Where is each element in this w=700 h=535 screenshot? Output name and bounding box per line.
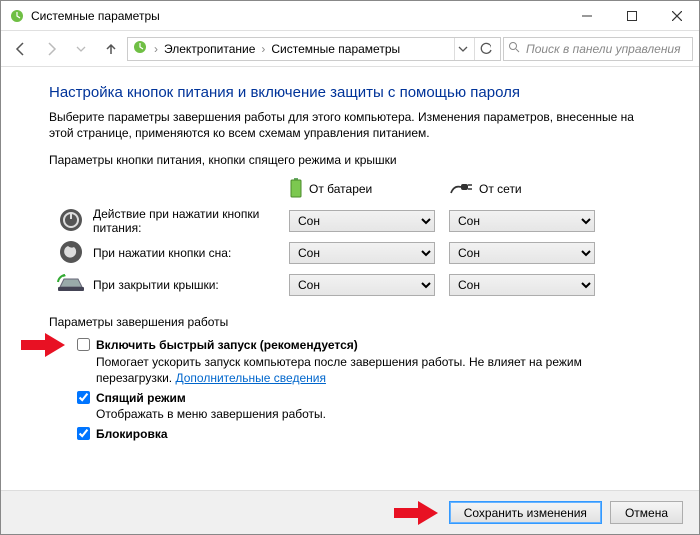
sleep-button-action-row: При нажатии кнопки сна: Сон Сон: [49, 237, 659, 269]
plug-icon: [449, 181, 473, 198]
fast-startup-description: Помогает ускорить запуск компьютера посл…: [96, 355, 582, 385]
content-pane: Настройка кнопок питания и включение защ…: [1, 68, 699, 490]
annotation-arrow-icon: [21, 333, 65, 357]
save-button[interactable]: Сохранить изменения: [449, 501, 602, 524]
app-icon: [9, 8, 25, 24]
maximize-button[interactable]: [609, 1, 654, 31]
sleep-button-action-label: При нажатии кнопки сна:: [93, 246, 289, 260]
breadcrumb-item[interactable]: Системные параметры: [271, 42, 400, 56]
address-dropdown-icon[interactable]: [454, 38, 470, 60]
power-button-action-label: Действие при нажатии кнопки питания:: [93, 207, 289, 236]
power-button-battery-select[interactable]: Сон: [289, 210, 435, 232]
power-button-action-row: Действие при нажатии кнопки питания: Сон…: [49, 205, 659, 237]
lock-label: Блокировка: [96, 427, 168, 441]
breadcrumb-separator: ›: [152, 42, 160, 56]
title-bar: Системные параметры: [1, 1, 699, 31]
power-button-ac-select[interactable]: Сон: [449, 210, 595, 232]
sleep-button-battery-select[interactable]: Сон: [289, 242, 435, 264]
sleep-button-icon: [58, 239, 84, 268]
fast-startup-more-link[interactable]: Дополнительные сведения: [175, 371, 325, 385]
sleep-button-ac-select[interactable]: Сон: [449, 242, 595, 264]
toolbar: › Электропитание › Системные параметры: [1, 31, 699, 67]
battery-icon: [289, 178, 303, 201]
fast-startup-label: Включить быстрый запуск (рекомендуется): [96, 338, 358, 352]
search-input[interactable]: [524, 41, 688, 57]
up-button[interactable]: [97, 36, 125, 62]
sleep-description: Отображать в меню завершения работы.: [96, 407, 326, 421]
recent-locations-button[interactable]: [67, 36, 95, 62]
lock-row: Блокировка: [49, 424, 659, 444]
annotation-arrow-icon: [394, 501, 438, 525]
address-bar[interactable]: › Электропитание › Системные параметры: [127, 37, 501, 61]
refresh-button[interactable]: [474, 38, 496, 60]
breadcrumb-separator: ›: [259, 42, 267, 56]
lid-icon: [56, 273, 86, 298]
power-buttons-section-label: Параметры кнопки питания, кнопки спящего…: [49, 153, 659, 167]
lid-close-action-label: При закрытии крышки:: [93, 278, 289, 292]
forward-button[interactable]: [37, 36, 65, 62]
search-icon: [508, 41, 520, 56]
ac-column-label: От сети: [479, 182, 522, 196]
minimize-button[interactable]: [564, 1, 609, 31]
lid-ac-select[interactable]: Сон: [449, 274, 595, 296]
fast-startup-checkbox[interactable]: [77, 338, 90, 351]
lock-checkbox[interactable]: [77, 427, 90, 440]
page-heading: Настройка кнопок питания и включение защ…: [49, 84, 659, 101]
cancel-button-label: Отмена: [625, 506, 668, 520]
control-panel-icon: [132, 39, 148, 58]
shutdown-section-label: Параметры завершения работы: [49, 315, 659, 329]
battery-column-label: От батареи: [309, 182, 372, 196]
footer: Сохранить изменения Отмена: [1, 490, 699, 534]
fast-startup-row: Включить быстрый запуск (рекомендуется) …: [49, 335, 659, 388]
lid-close-action-row: При закрытии крышки: Сон Сон: [49, 269, 659, 301]
shutdown-settings-section: Параметры завершения работы Включить быс…: [49, 315, 659, 444]
back-button[interactable]: [7, 36, 35, 62]
sleep-checkbox[interactable]: [77, 391, 90, 404]
power-actions-table: От батареи От сети Действие при нажатии …: [49, 173, 659, 301]
sleep-label: Спящий режим: [96, 391, 186, 405]
cancel-button[interactable]: Отмена: [610, 501, 683, 524]
page-description: Выберите параметры завершения работы для…: [49, 109, 659, 141]
breadcrumb-item[interactable]: Электропитание: [164, 42, 255, 56]
save-button-label: Сохранить изменения: [464, 506, 587, 520]
sleep-row: Спящий режим Отображать в меню завершени…: [49, 388, 659, 424]
search-box[interactable]: [503, 37, 693, 61]
lid-battery-select[interactable]: Сон: [289, 274, 435, 296]
close-button[interactable]: [654, 1, 699, 31]
power-button-icon: [58, 207, 84, 236]
window-title: Системные параметры: [31, 9, 564, 23]
